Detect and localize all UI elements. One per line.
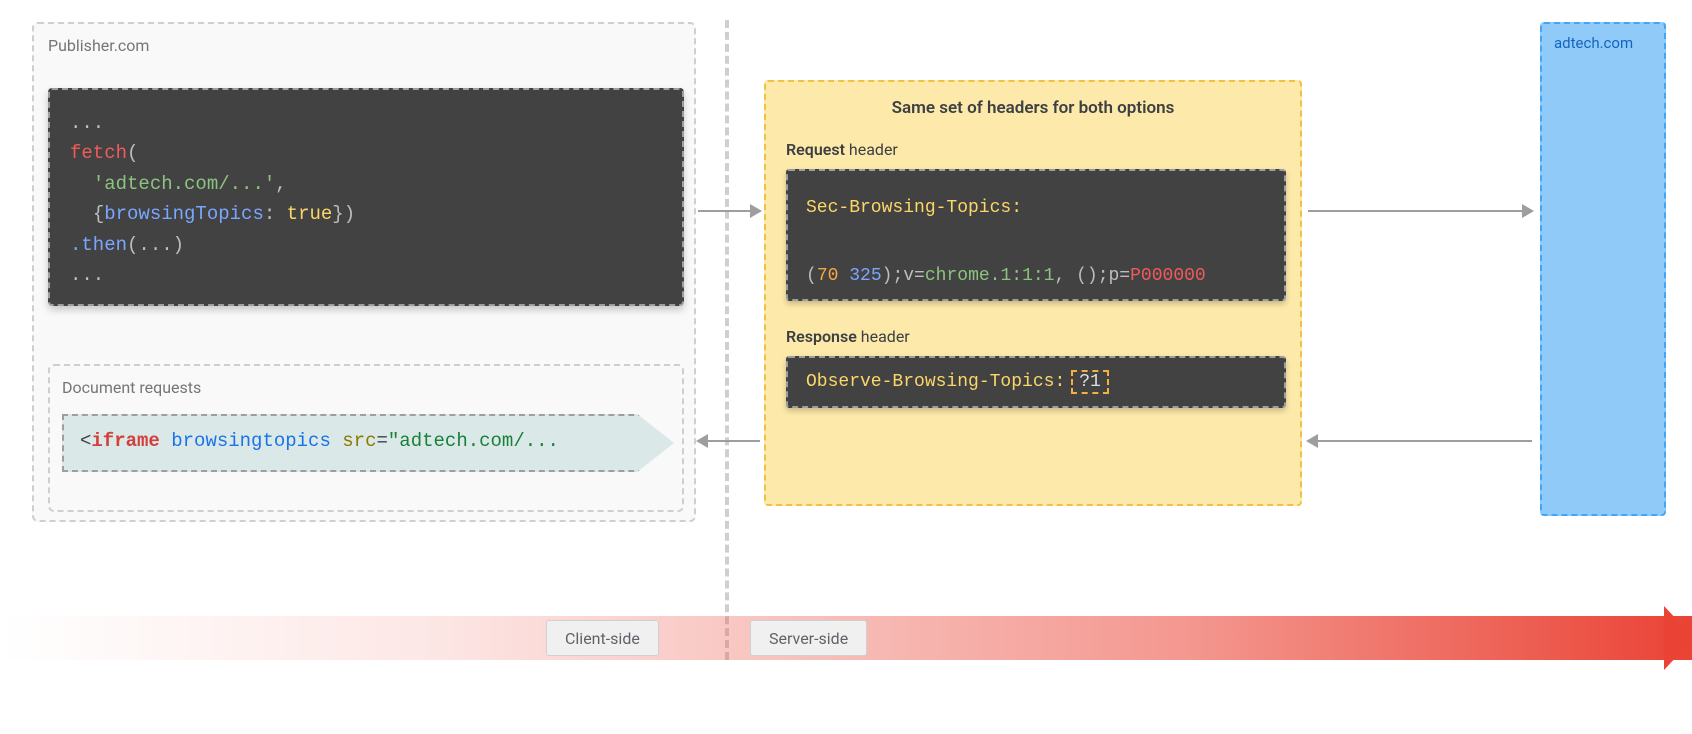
code-text: ) (344, 203, 355, 225)
code-text: ... (70, 112, 104, 134)
docreq-label: Document requests (62, 378, 201, 397)
code-text: src (342, 430, 376, 452)
code-text: , (275, 173, 286, 195)
headers-panel: Same set of headers for both options Req… (764, 80, 1302, 506)
response-header-label: Response header (786, 327, 1280, 346)
response-header-block: Observe-Browsing-Topics: ?1 (786, 356, 1286, 408)
arrow-headers-to-iframe (698, 440, 760, 442)
code-text: 325 (849, 266, 881, 286)
arrow-headers-to-adtech (1308, 210, 1532, 212)
code-text: } (332, 203, 343, 225)
server-side-label: Server-side (750, 620, 867, 656)
code-text: P000000 (1130, 266, 1206, 286)
code-text: ( (806, 266, 817, 286)
code-text: fetch (70, 142, 127, 164)
code-text: ) (882, 266, 893, 286)
code-text: 70 (817, 266, 839, 286)
code-text: browsingtopics (171, 430, 331, 452)
arrow-fetch-to-headers (698, 210, 760, 212)
request-header-label: Request header (786, 140, 1280, 159)
docreq-container: Document requests <iframe browsingtopics… (48, 364, 684, 512)
fetch-code-block: ... fetch( 'adtech.com/...', {browsingTo… (48, 88, 684, 306)
publisher-label: Publisher.com (48, 36, 149, 55)
arrow-adtech-to-response (1308, 440, 1532, 442)
code-text: : (264, 203, 287, 225)
headers-title: Same set of headers for both options (786, 98, 1280, 118)
code-text: (...) (127, 234, 184, 256)
publisher-container: Publisher.com ... fetch( 'adtech.com/...… (32, 22, 696, 522)
code-text: = (377, 430, 388, 452)
request-header-block: Sec-Browsing-Topics: (70 325);v=chrome.1… (786, 169, 1286, 301)
code-text: Sec-Browsing-Topics: (806, 198, 1022, 218)
adtech-container: adtech.com (1540, 22, 1666, 516)
code-text: < (80, 430, 91, 452)
code-text: ( (127, 142, 138, 164)
code-text (838, 266, 849, 286)
code-text: iframe (91, 430, 159, 452)
code-text: Observe-Browsing-Topics: (806, 372, 1065, 392)
code-text: ;v= (892, 266, 924, 286)
vertical-divider (725, 20, 729, 660)
code-text: browsingTopics (104, 203, 264, 225)
code-text: { (93, 203, 104, 225)
client-side-label: Client-side (546, 620, 659, 656)
code-text: ... (70, 264, 104, 286)
code-text: true (287, 203, 333, 225)
code-text: () (1076, 266, 1098, 286)
code-text: .then (70, 234, 127, 256)
code-text: , (1054, 266, 1076, 286)
code-text: ;p= (1098, 266, 1130, 286)
iframe-code-block: <iframe browsingtopics src="adtech.com/.… (62, 414, 674, 472)
code-text: chrome.1:1:1 (925, 266, 1055, 286)
code-text: 'adtech.com/...' (93, 173, 275, 195)
adtech-label: adtech.com (1554, 34, 1633, 52)
code-text: "adtech.com/... (388, 430, 559, 452)
response-header-value: ?1 (1071, 370, 1109, 394)
